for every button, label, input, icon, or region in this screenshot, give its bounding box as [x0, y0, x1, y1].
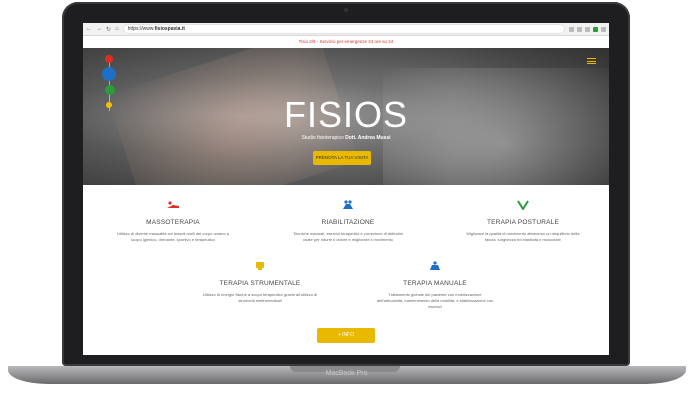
- notice-bar: Tisio 2/6 - Servizio per emergenze 24 or…: [83, 36, 609, 48]
- extension-icon[interactable]: [577, 26, 582, 32]
- site-logo: FISIOS: [283, 94, 409, 135]
- camera: [344, 8, 348, 12]
- extension-icon[interactable]: [593, 26, 598, 32]
- service-massoterapia[interactable]: MASSOTERAPIA Utilizzo di diverse manuali…: [113, 197, 233, 243]
- browser-screen: ← → ↻ ⌂ https://www. fisiospavia.it Tisio…: [83, 23, 609, 355]
- laptop-lid: ← → ↻ ⌂ https://www. fisiospavia.it Tisio…: [62, 2, 630, 366]
- massage-icon: [167, 201, 179, 208]
- services-section: MASSOTERAPIA Utilizzo di diverse manuali…: [83, 185, 609, 355]
- book-visit-button[interactable]: PRENOTA LA TUA VISITA: [313, 151, 371, 165]
- url-domain: fisiospavia.it: [154, 26, 185, 32]
- device-brand-label: MacBook Pro: [325, 370, 368, 377]
- hero-subtitle: Studio fisioterapico Dott. Andrea Mussi: [301, 135, 391, 141]
- extension-icon[interactable]: [585, 26, 590, 32]
- browser-toolbar: ← → ↻ ⌂ https://www. fisiospavia.it: [83, 23, 609, 36]
- extensions-bar: [569, 26, 606, 32]
- back-icon[interactable]: ←: [86, 26, 92, 33]
- hero: FISIOS Studio fisioterapico Dott. Andrea…: [83, 48, 609, 185]
- service-terapia-strumentale[interactable]: TERAPIA STRUMENTALE Utilizzo di energie …: [200, 258, 320, 304]
- forward-icon[interactable]: →: [96, 26, 102, 33]
- posture-icon: [517, 200, 529, 211]
- manual-therapy-icon: [430, 261, 440, 270]
- home-icon[interactable]: ⌂: [115, 26, 119, 33]
- rehab-icon: [343, 200, 353, 209]
- extension-icon[interactable]: [569, 26, 574, 32]
- more-info-button[interactable]: + INFO: [317, 328, 375, 343]
- hamburger-menu-icon[interactable]: [587, 58, 596, 64]
- service-terapia-manuale[interactable]: TERAPIA MANUALE Trattamento globale del …: [375, 258, 495, 310]
- address-bar[interactable]: https://www. fisiospavia.it: [122, 24, 565, 34]
- device-icon: [256, 262, 264, 270]
- menu-dots-icon[interactable]: [601, 26, 606, 32]
- service-terapia-posturale[interactable]: TERAPIA POSTURALE Migliorare la qualità …: [463, 197, 583, 243]
- url-prefix: https://www.: [127, 26, 155, 32]
- reload-icon[interactable]: ↻: [106, 26, 111, 33]
- service-riabilitazione[interactable]: RIABILITAZIONE Tecniche manuali, eserciz…: [288, 197, 408, 243]
